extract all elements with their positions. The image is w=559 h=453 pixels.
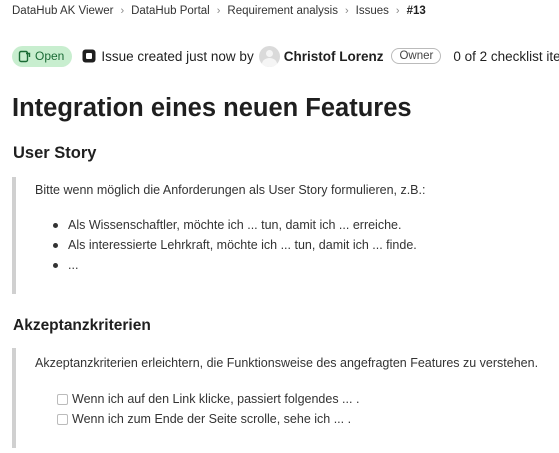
breadcrumb-item-datahub-portal[interactable]: DataHub Portal xyxy=(131,5,210,17)
issue-icon xyxy=(82,49,96,63)
list-item: Als Wissenschaftler, möchte ich ... tun,… xyxy=(35,215,557,235)
checklist-item-label: Wenn ich auf den Link klicke, passiert f… xyxy=(72,392,360,406)
user-story-intro: Bitte wenn möglich die Anforderungen als… xyxy=(35,183,426,197)
acceptance-heading: Akzeptanzkriterien xyxy=(13,317,151,334)
issue-open-icon xyxy=(18,50,31,62)
checkbox[interactable] xyxy=(57,413,68,425)
breadcrumb: DataHub AK Viewer › DataHub Portal › Req… xyxy=(12,3,426,19)
chevron-right-icon: › xyxy=(395,5,400,17)
role-badge: Owner xyxy=(391,48,442,64)
created-text: Issue created just now by xyxy=(101,48,254,64)
checklist-progress: 0 of 2 checklist items xyxy=(453,48,559,64)
chevron-right-icon: › xyxy=(216,5,221,17)
acceptance-blockquote: Akzeptanzkriterien erleichtern, die Funk… xyxy=(12,348,557,448)
user-story-blockquote: Bitte wenn möglich die Anforderungen als… xyxy=(12,177,557,294)
issue-title: Integration eines neuen Features xyxy=(12,94,412,122)
chevron-right-icon: › xyxy=(120,5,125,17)
author-name[interactable]: Christof Lorenz xyxy=(284,49,384,64)
user-story-list: Als Wissenschaftler, möchte ich ... tun,… xyxy=(35,215,557,275)
checklist-item[interactable]: Wenn ich auf den Link klicke, passiert f… xyxy=(35,389,557,409)
list-item: Als interessierte Lehrkraft, möchte ich … xyxy=(35,235,557,255)
status-label: Open xyxy=(35,49,65,63)
checklist-item[interactable]: Wenn ich zum Ende der Seite scrolle, seh… xyxy=(35,409,557,429)
user-story-heading: User Story xyxy=(13,144,97,162)
acceptance-checklist: Wenn ich auf den Link klicke, passiert f… xyxy=(35,389,557,429)
checkbox[interactable] xyxy=(57,393,68,405)
status-badge: Open xyxy=(12,45,73,67)
breadcrumb-item-issues[interactable]: Issues xyxy=(356,5,389,17)
chevron-right-icon: › xyxy=(345,5,349,17)
acceptance-intro: Akzeptanzkriterien erleichtern, die Funk… xyxy=(35,356,539,370)
breadcrumb-current-issue: #13 xyxy=(406,5,426,17)
issue-meta-bar: Open Issue created just now by Christof … xyxy=(12,44,559,68)
checklist-item-label: Wenn ich zum Ende der Seite scrolle, seh… xyxy=(72,412,352,426)
avatar[interactable] xyxy=(258,45,280,67)
list-item: ... xyxy=(35,255,557,275)
breadcrumb-item-requirement-analysis[interactable]: Requirement analysis xyxy=(227,5,338,17)
breadcrumb-item-datahub-ak-viewer[interactable]: DataHub AK Viewer xyxy=(12,5,113,17)
